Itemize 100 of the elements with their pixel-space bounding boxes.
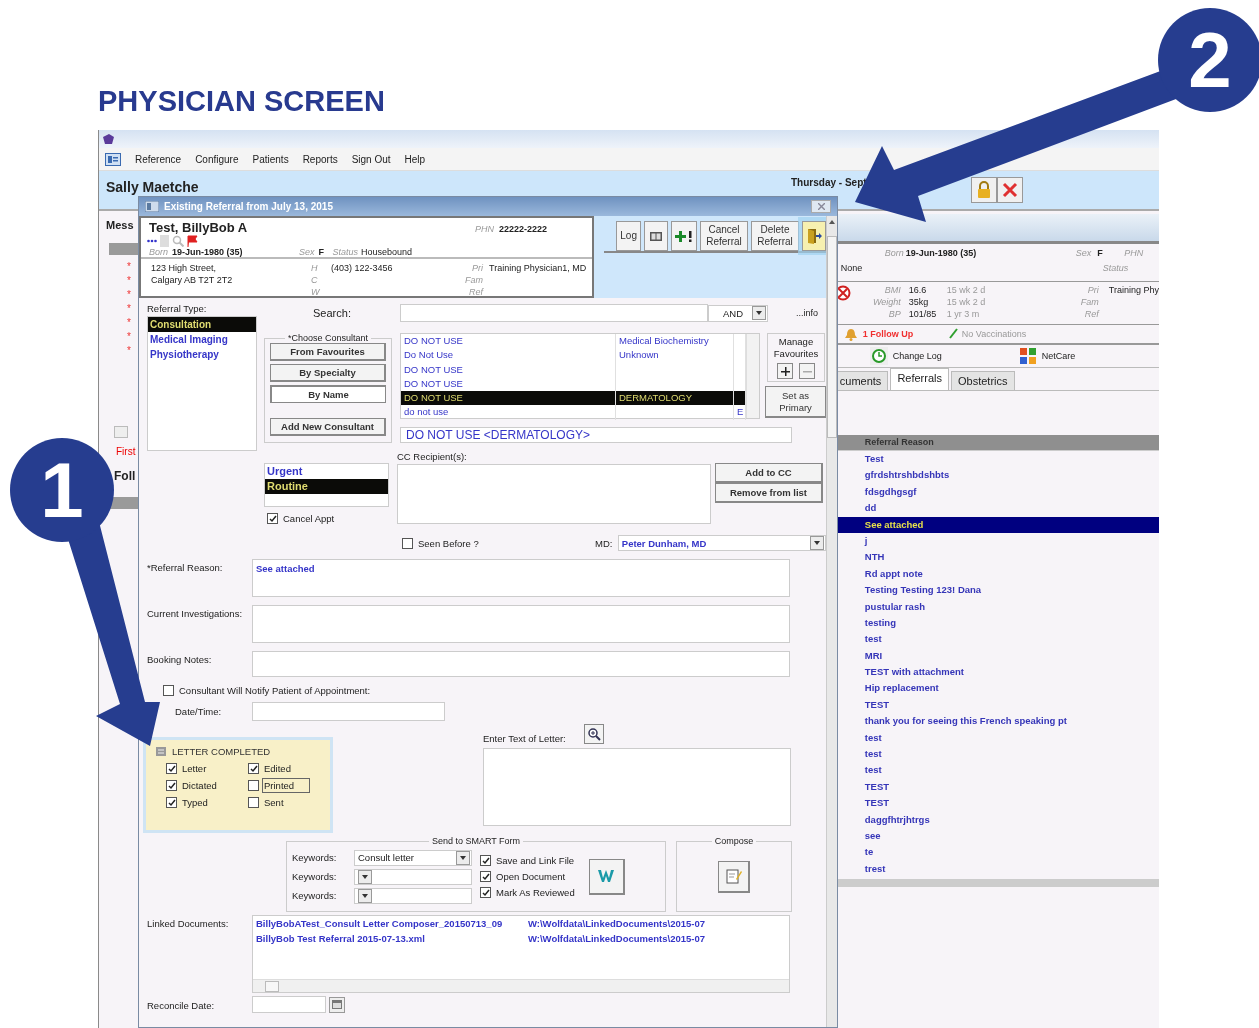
scroll-up-icon[interactable]: [829, 220, 835, 224]
field-label: Referral Type:: [147, 303, 208, 314]
window-icon: [145, 201, 159, 212]
input-field[interactable]: [252, 702, 445, 721]
operator-dropdown[interactable]: AND: [708, 304, 768, 322]
flag-icon[interactable]: [187, 235, 198, 247]
caret-icon[interactable]: [810, 536, 824, 550]
close-icon: [817, 203, 825, 210]
caret-icon[interactable]: [456, 850, 470, 865]
checkbox[interactable]: [248, 780, 259, 791]
caret-icon[interactable]: [358, 869, 372, 884]
table-row[interactable]: BillyBob Test Referral 2015-07-13.xml W:\Wolfdata\LinkedDocuments\2015-07: [253, 931, 789, 946]
follow-up-count[interactable]: 1 Follow Up: [862, 329, 948, 339]
table-cell: Medical Biochemistry: [616, 334, 734, 349]
checkbox[interactable]: [163, 685, 174, 696]
toolbar-button[interactable]: Log: [616, 221, 641, 251]
scrollbar[interactable]: [746, 334, 759, 418]
toolbar-button[interactable]: Cancel Referral: [700, 221, 748, 251]
checkbox-label: Printed: [264, 780, 309, 791]
checkbox[interactable]: [166, 763, 177, 774]
remove-button[interactable]: [799, 363, 815, 379]
group-title: Send to SMART Form: [430, 836, 522, 846]
icon-button[interactable]: [671, 221, 697, 251]
user-name: Sally Maetche: [106, 179, 200, 195]
checkbox[interactable]: [402, 537, 413, 549]
grid-icon[interactable]: [1018, 347, 1037, 365]
menu-icon[interactable]: [105, 152, 121, 166]
list-item[interactable]: Consultation: [148, 317, 256, 332]
filter-button[interactable]: From Favourites: [270, 343, 386, 361]
calendar-button[interactable]: [329, 996, 345, 1013]
app-icon: [101, 133, 115, 145]
field-label: PHN: [1124, 248, 1144, 258]
field-label: MD:: [595, 537, 614, 549]
compose-button[interactable]: [718, 860, 750, 893]
icon-button[interactable]: [644, 221, 668, 251]
tab[interactable]: Obstetrics: [951, 371, 1015, 390]
filter-button[interactable]: By Name: [270, 385, 386, 403]
patient-name: Test, BillyBob A: [149, 220, 249, 235]
info-link[interactable]: ...info: [796, 308, 818, 318]
close-button[interactable]: [811, 200, 831, 213]
vaccination-status: No Vaccinations: [961, 329, 1027, 339]
send-button[interactable]: [588, 858, 625, 895]
field-label: PHN: [475, 224, 494, 234]
add-button[interactable]: [777, 363, 793, 379]
checkbox[interactable]: [248, 797, 259, 808]
physician-dropdown[interactable]: Peter Dunham, MD: [617, 535, 826, 551]
plus-icon: [780, 366, 790, 376]
clock-icon[interactable]: [869, 347, 888, 365]
required-marker: *: [127, 345, 131, 356]
add-button[interactable]: Add New Consultant: [270, 418, 386, 436]
table-row[interactable]: DO NOT USE DERMATOLOGY: [401, 391, 746, 406]
date-field[interactable]: [252, 996, 326, 1013]
provider-label: Fam: [464, 274, 483, 286]
zoom-button[interactable]: [583, 724, 604, 744]
checkbox[interactable]: [166, 797, 177, 808]
search-field[interactable]: [400, 304, 708, 322]
menu-item[interactable]: Sign Out: [351, 153, 391, 165]
checkbox-label: Seen Before ?: [418, 537, 479, 549]
lock-button[interactable]: [971, 177, 997, 203]
caret-icon[interactable]: [358, 888, 372, 903]
caret-icon[interactable]: [752, 306, 766, 320]
link-button[interactable]: Change Log: [892, 351, 1019, 361]
tab[interactable]: Referrals: [890, 368, 949, 390]
lock-icon: [976, 181, 992, 199]
checkbox[interactable]: [166, 780, 177, 791]
required-marker: *: [127, 317, 131, 328]
header-bar: [109, 243, 139, 255]
checkbox[interactable]: [480, 855, 491, 866]
table-row[interactable]: BillyBobATest_Consult Letter Composer_20150713_09 W:\Wolfdata\LinkedDocuments\2015-07: [253, 916, 789, 931]
action-button[interactable]: Remove from list: [715, 483, 823, 503]
close-button[interactable]: [997, 177, 1023, 203]
scrollbar[interactable]: [253, 979, 789, 992]
link-button[interactable]: NetCare: [1041, 351, 1102, 361]
filter-button[interactable]: By Specialty: [270, 364, 386, 382]
menu-item[interactable]: Help: [404, 153, 426, 165]
list-item[interactable]: Medical Imaging: [148, 332, 256, 347]
toolbar-button[interactable]: Delete Referral: [751, 221, 799, 251]
list-item[interactable]: Urgent: [265, 464, 388, 479]
checkbox[interactable]: [267, 513, 278, 524]
list-item[interactable]: Physiotherapy: [148, 347, 256, 362]
vital-age: 15 wk 2 d: [946, 297, 986, 309]
checkbox[interactable]: [480, 871, 491, 882]
action-button[interactable]: Add to CC: [715, 463, 823, 483]
scrollbar[interactable]: [826, 216, 837, 1027]
menu-item[interactable]: Reports: [302, 153, 338, 165]
scroll-thumb[interactable]: [827, 236, 837, 438]
text-area[interactable]: See attached: [252, 559, 790, 597]
checkbox[interactable]: [248, 763, 259, 774]
set-primary-button[interactable]: Set as Primary: [765, 386, 827, 418]
checkbox[interactable]: [480, 887, 491, 898]
table-cell: DERMATOLOGY: [616, 391, 734, 406]
table-cell-text: BillyBobATest_Consult Letter Composer_20150713_09: [255, 917, 504, 931]
menu-item[interactable]: Reference: [135, 153, 182, 165]
keyword-dropdown[interactable]: Consult letter: [354, 849, 472, 866]
menu-item[interactable]: Configure: [195, 153, 239, 165]
menu-item[interactable]: Patients: [252, 153, 289, 165]
dots-icon[interactable]: [147, 239, 157, 243]
list-item[interactable]: Routine: [265, 479, 388, 494]
group-title: LETTER COMPLETED: [172, 746, 271, 757]
table-cell-text: W:\Wolfdata\LinkedDocuments\2015-07: [527, 917, 707, 931]
